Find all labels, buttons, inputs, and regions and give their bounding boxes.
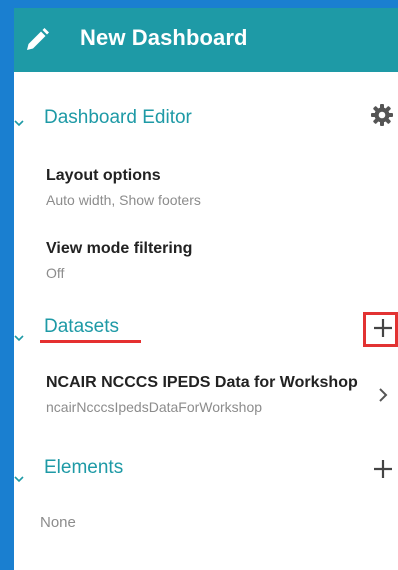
plus-icon	[374, 460, 392, 478]
gear-icon[interactable]	[369, 102, 395, 128]
add-dataset-annotation-box	[363, 312, 398, 347]
view-mode-filtering-value: Off	[46, 265, 65, 281]
section-title-elements[interactable]: Elements	[44, 457, 123, 479]
dashboard-title[interactable]: New Dashboard	[80, 25, 248, 51]
dashboard-editor-panel: New Dashboard Dashboard Editor Layout op…	[14, 8, 398, 570]
dataset-id: ncairNcccsIpedsDataForWorkshop	[46, 399, 263, 415]
header-bar: New Dashboard	[14, 8, 398, 72]
chevron-down-icon[interactable]	[14, 330, 24, 342]
datasets-annotation-underline	[40, 340, 141, 343]
dataset-name: NCAIR NCCCS IPEDS Data for Workshop	[46, 374, 358, 391]
chevron-right-icon[interactable]	[376, 386, 390, 404]
view-mode-filtering-label: View mode filtering	[46, 240, 193, 257]
chevron-down-icon[interactable]	[14, 115, 24, 127]
add-element-button[interactable]	[372, 458, 394, 480]
chevron-down-icon[interactable]	[14, 471, 24, 483]
layout-options-value: Auto width, Show footers	[46, 192, 201, 208]
section-title-datasets[interactable]: Datasets	[44, 316, 119, 338]
elements-empty-text: None	[40, 514, 76, 531]
section-title-dashboard-editor[interactable]: Dashboard Editor	[44, 107, 192, 129]
layout-options-label: Layout options	[46, 167, 161, 184]
pencil-icon[interactable]	[21, 25, 51, 55]
